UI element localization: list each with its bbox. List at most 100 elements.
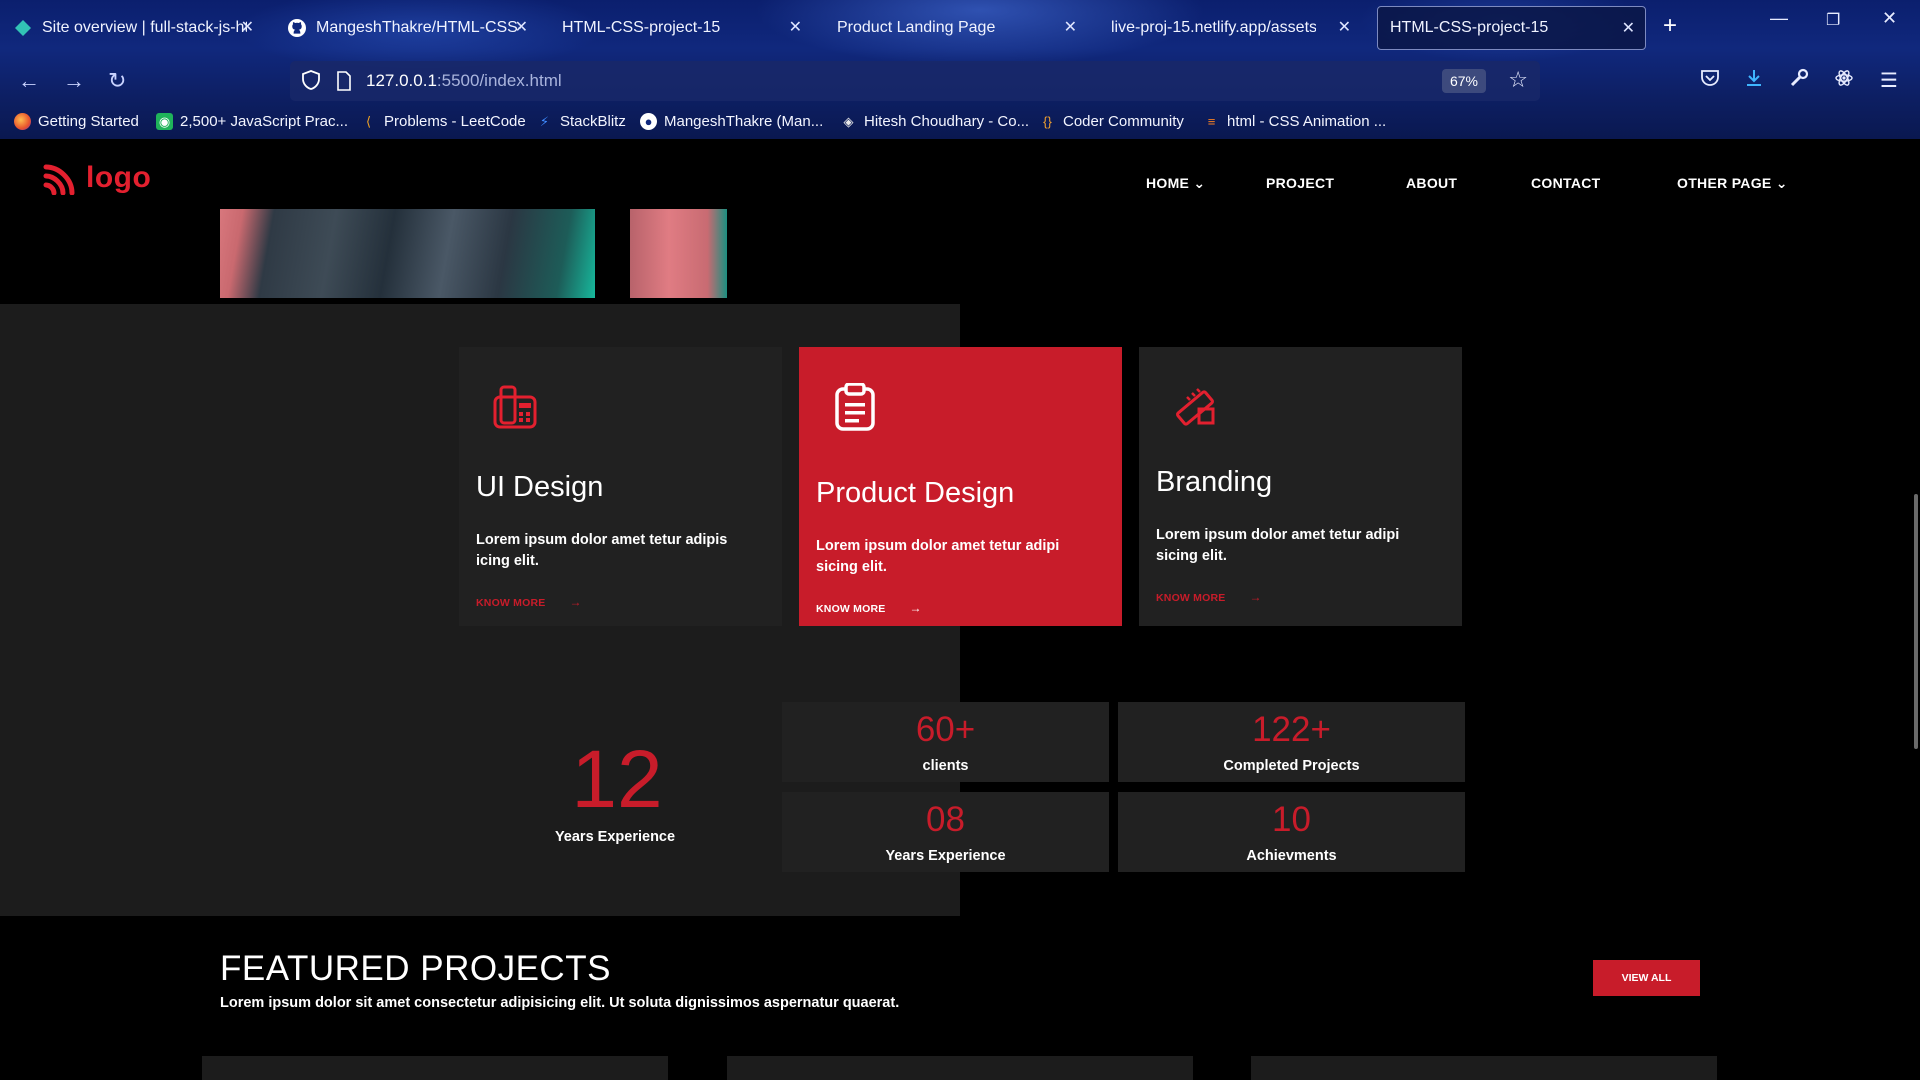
card-title: UI Design [476, 471, 604, 503]
bookmark-star-icon[interactable]: ☆ [1508, 67, 1528, 93]
browser-chrome: Site overview | full-stack-js-htm ✕ Mang… [0, 0, 1920, 139]
view-all-button[interactable]: VIEW ALL [1593, 960, 1700, 996]
site-logo[interactable]: logo [42, 161, 151, 195]
owl-icon: ◉ [156, 113, 173, 130]
bookmark-item[interactable]: ● MangeshThakre (Man... [640, 113, 823, 130]
close-icon[interactable]: ✕ [1338, 17, 1351, 37]
nav-project[interactable]: PROJECT [1266, 175, 1334, 191]
zoom-badge[interactable]: 67% [1441, 69, 1486, 93]
url-bar[interactable]: 127.0.0.1:5500/index.html 67% ☆ [290, 61, 1540, 101]
arrow-right-icon: → [909, 601, 922, 615]
page-scrollbar[interactable] [1914, 494, 1918, 749]
close-icon[interactable]: ✕ [241, 17, 254, 37]
hero-image [220, 208, 727, 298]
arrow-right-icon: → [1249, 590, 1262, 604]
project-card[interactable] [727, 1056, 1193, 1080]
experience-number: 12 [571, 734, 663, 825]
tab-active[interactable]: HTML-CSS-project-15 ✕ [1377, 6, 1646, 50]
bookmark-item[interactable]: ≡ html - CSS Animation ... [1203, 113, 1387, 130]
know-more-link[interactable]: KNOW MORE → [476, 595, 582, 609]
leetcode-icon: ⟨ [365, 113, 372, 129]
bookmark-item[interactable]: ◉ 2,500+ JavaScript Prac... [156, 113, 348, 130]
stat-achievements: 10 Achievments [1118, 792, 1465, 872]
tab-site-overview[interactable]: Site overview | full-stack-js-htm ✕ [2, 6, 264, 50]
restore-button[interactable]: ❐ [1826, 10, 1840, 30]
know-more-link[interactable]: KNOW MORE → [1156, 590, 1262, 604]
clipboard-icon [835, 383, 875, 431]
arrow-right-icon: → [569, 595, 582, 609]
stat-number: 10 [1272, 800, 1311, 839]
code-icon: {} [1043, 114, 1052, 129]
experience-label: Years Experience [554, 829, 676, 845]
bolt-icon: ⚡ [539, 113, 550, 129]
github-icon [288, 19, 306, 37]
stat-label: Completed Projects [1223, 758, 1360, 774]
bookmark-item[interactable]: {} Coder Community [1039, 113, 1184, 130]
tab-product-landing[interactable]: Product Landing Page ✕ [825, 6, 1087, 50]
card-text: Lorem ipsum dolor amet tetur adipi sicin… [1156, 527, 1400, 564]
rss-logo-icon [43, 164, 75, 195]
forward-icon[interactable]: → [63, 68, 85, 94]
close-window-button[interactable]: ✕ [1882, 8, 1897, 29]
cube-icon: ◈ [843, 113, 854, 129]
close-icon[interactable]: ✕ [1622, 18, 1635, 38]
bookmarks-bar: Getting Started ◉ 2,500+ JavaScript Prac.… [0, 111, 1920, 137]
download-icon[interactable] [1744, 68, 1764, 94]
wrench-icon[interactable] [1789, 68, 1809, 94]
url-text[interactable]: 127.0.0.1:5500/index.html [366, 71, 562, 91]
tab-title: MangeshThakre/HTML-CSS-Pr [316, 19, 521, 36]
nav-bar: ← → ↻ 127.0.0.1:5500/index.html 67% ☆ ☰ [0, 56, 1920, 106]
minimize-button[interactable]: — [1770, 8, 1788, 29]
tab-title: Product Landing Page [837, 19, 996, 36]
tab-project-15[interactable]: HTML-CSS-project-15 ✕ [550, 6, 812, 50]
web-page: logo HOME ⌄ PROJECT ABOUT CONTACT OTHER … [0, 139, 1920, 1080]
back-icon[interactable]: ← [18, 68, 40, 94]
tab-live-proj[interactable]: live-proj-15.netlify.app/assets/logo ✕ [1099, 6, 1361, 50]
tab-strip: Site overview | full-stack-js-htm ✕ Mang… [0, 6, 1920, 50]
tab-github[interactable]: MangeshThakre/HTML-CSS-Pr ✕ [276, 6, 538, 50]
close-icon[interactable]: ✕ [789, 17, 802, 37]
service-card-product-design: Product Design Lorem ipsum dolor amet te… [799, 347, 1122, 626]
project-card[interactable] [1251, 1056, 1717, 1080]
know-more-link[interactable]: KNOW MORE → [816, 601, 922, 615]
reload-icon[interactable]: ↻ [108, 68, 126, 94]
tab-title: live-proj-15.netlify.app/assets/logo [1111, 19, 1316, 36]
stat-years-experience: 08 Years Experience [782, 792, 1109, 872]
stat-label: Years Experience [885, 848, 1006, 864]
stat-label: Achievments [1246, 848, 1337, 864]
bookmark-item[interactable]: ◈ Hitesh Choudhary - Co... [840, 113, 1030, 130]
new-tab-button[interactable]: + [1663, 12, 1677, 40]
stat-completed-projects: 122+ Completed Projects [1118, 702, 1465, 782]
service-card-branding: Branding Lorem ipsum dolor amet tetur ad… [1139, 347, 1462, 626]
stack-icon: ≡ [1207, 114, 1216, 129]
nav-home[interactable]: HOME ⌄ [1146, 175, 1205, 192]
close-icon[interactable]: ✕ [515, 17, 528, 37]
stat-clients: 60+ clients [782, 702, 1109, 782]
card-text: Lorem ipsum dolor amet tetur adipi sicin… [816, 538, 1060, 575]
close-icon[interactable]: ✕ [1064, 17, 1077, 37]
ruler-pencil-icon [1176, 388, 1215, 426]
card-title: Product Design [816, 477, 1015, 509]
netlify-icon [14, 19, 32, 37]
nav-contact[interactable]: CONTACT [1531, 175, 1601, 191]
card-title: Branding [1156, 466, 1273, 498]
tab-title: HTML-CSS-project-15 [1390, 19, 1549, 36]
react-icon[interactable] [1834, 68, 1854, 94]
firefox-icon [14, 113, 31, 130]
bookmark-item[interactable]: ⟨ Problems - LeetCode [360, 113, 526, 130]
bookmark-item[interactable]: ⚡ StackBlitz [536, 113, 626, 130]
menu-icon[interactable]: ☰ [1880, 68, 1898, 93]
card-text: Lorem ipsum dolor amet tetur adipis icin… [476, 532, 728, 569]
nav-other-page[interactable]: OTHER PAGE ⌄ [1677, 175, 1788, 192]
nav-about[interactable]: ABOUT [1406, 175, 1457, 191]
stat-label: clients [922, 758, 969, 774]
bookmark-item[interactable]: Getting Started [14, 113, 139, 130]
chevron-down-icon: ⌄ [1775, 175, 1788, 191]
chevron-down-icon: ⌄ [1193, 175, 1206, 191]
page-icon [337, 71, 351, 91]
pocket-icon[interactable] [1700, 68, 1720, 94]
stat-number: 122+ [1252, 710, 1331, 749]
project-card[interactable] [202, 1056, 668, 1080]
featured-projects-title: FEATURED PROJECTS [220, 949, 611, 988]
shield-icon[interactable] [301, 70, 321, 90]
